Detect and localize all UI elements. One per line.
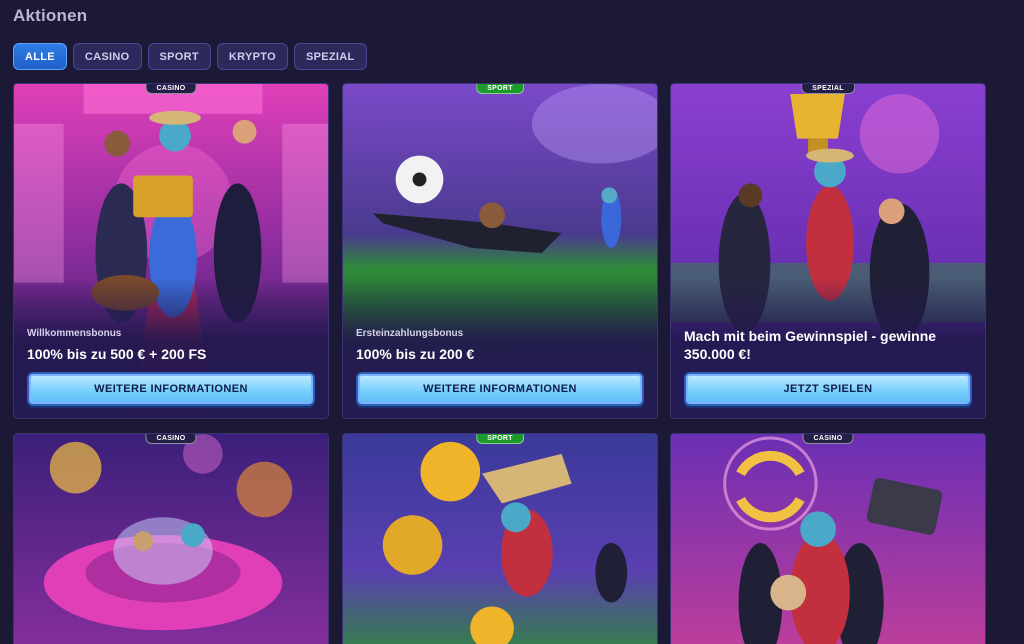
promo-card-welcome[interactable]: CASINO Willkommensbonus 100% bis zu 500 …	[13, 83, 329, 419]
promo-image-selfie-ferris-wheel	[671, 434, 985, 644]
filter-alle[interactable]: ALLE	[13, 43, 67, 70]
category-badge: SPORT	[476, 434, 524, 444]
category-badge: CASINO	[802, 434, 854, 444]
promotions-page: Aktionen ALLE CASINO SPORT KRYPTO SPEZIA…	[0, 0, 1024, 644]
promo-image-crypto-coins-kick	[343, 434, 657, 644]
promo-headline: 100% bis zu 200 €	[356, 346, 475, 362]
promo-subtitle: Willkommensbonus	[27, 328, 122, 339]
page-title: Aktionen	[13, 6, 88, 25]
promo-headline: Mach mit beim Gewinnspiel - gewinne 350.…	[684, 328, 937, 362]
category-badge: CASINO	[145, 84, 197, 94]
filter-krypto[interactable]: KRYPTO	[216, 43, 288, 70]
promo-card-cashback[interactable]: CASINO	[670, 433, 986, 644]
promo-card-first-deposit[interactable]: SPORT Ersteinzahlungsbonus 100% bis zu 2…	[342, 83, 658, 419]
promo-image-ufo-crypto	[14, 434, 328, 644]
filter-sport[interactable]: SPORT	[147, 43, 211, 70]
promo-card-crypto-sport[interactable]: SPORT	[342, 433, 658, 644]
more-info-button[interactable]: WEITERE INFORMATIONEN	[356, 372, 644, 406]
promo-card-crypto-ufo[interactable]: CASINO	[13, 433, 329, 644]
play-now-button[interactable]: JETZT SPIELEN	[684, 372, 972, 406]
category-badge: CASINO	[145, 434, 197, 444]
promo-card-sweepstake[interactable]: SPEZIAL Mach mit beim Gewinnspiel - gewi…	[670, 83, 986, 419]
promo-headline: 100% bis zu 500 € + 200 FS	[27, 346, 207, 362]
filter-casino[interactable]: CASINO	[72, 43, 142, 70]
filter-spezial[interactable]: SPEZIAL	[293, 43, 367, 70]
more-info-button[interactable]: WEITERE INFORMATIONEN	[27, 372, 315, 406]
filter-bar: ALLE CASINO SPORT KRYPTO SPEZIAL	[13, 43, 367, 70]
category-badge: SPORT	[476, 84, 524, 94]
promo-subtitle: Ersteinzahlungsbonus	[356, 328, 464, 339]
category-badge: SPEZIAL	[801, 84, 855, 94]
